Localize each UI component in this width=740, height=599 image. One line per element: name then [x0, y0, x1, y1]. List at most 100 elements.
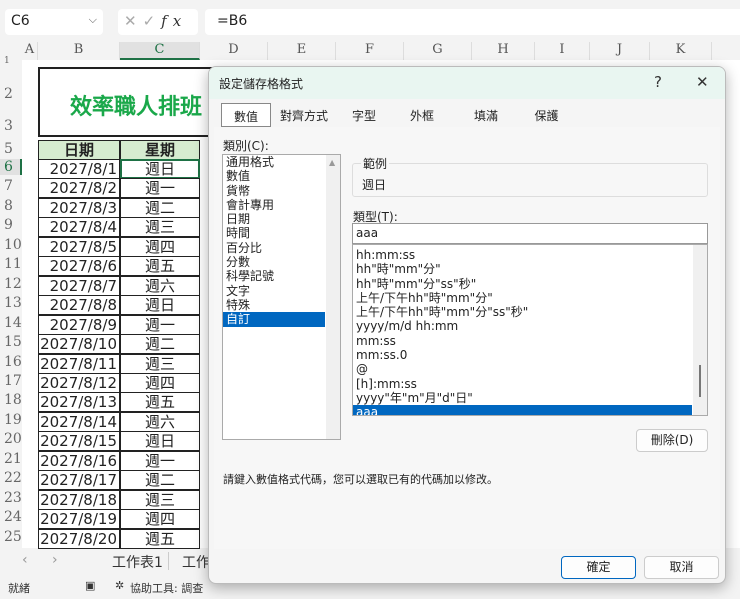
type-list[interactable]: hh:mm:ss hh"時"mm"分" hh"時"mm"分"ss"秒" 上午/下午hh… [352, 244, 708, 416]
type-item[interactable]: [h]:mm:ss [353, 377, 692, 391]
weekday-cell[interactable]: 週二 [120, 470, 200, 491]
date-cell[interactable]: 2027/8/18 [38, 489, 120, 510]
date-cell[interactable]: 2027/8/10 [38, 334, 120, 355]
row-header[interactable]: 24 [0, 509, 22, 525]
weekday-cell[interactable]: 週二 [120, 334, 200, 355]
date-cell[interactable]: 2027/8/20 [38, 528, 120, 549]
type-item[interactable]: 上午/下午hh"時"mm"分" [353, 291, 692, 305]
row-header[interactable]: 3 [0, 118, 22, 134]
date-cell[interactable]: 2027/8/17 [38, 470, 120, 491]
row-header[interactable]: 16 [0, 354, 22, 370]
type-item[interactable]: 上午/下午hh"時"mm"分"ss"秒" [353, 305, 692, 319]
type-item[interactable]: yyyy/m/d hh:mm [353, 319, 692, 333]
column-header-k[interactable]: K [650, 42, 712, 60]
row-header[interactable]: 25 [0, 529, 22, 545]
tab-3[interactable]: 外框 [391, 103, 453, 127]
weekday-cell[interactable]: 週五 [120, 528, 200, 549]
row-header[interactable]: 11 [0, 256, 22, 272]
weekday-cell[interactable]: 週日 [120, 431, 200, 452]
column-header-c[interactable]: C [120, 42, 200, 60]
category-item[interactable]: 自訂 [223, 312, 325, 327]
tab-2[interactable]: 字型 [339, 103, 389, 127]
column-header-e[interactable]: E [268, 42, 336, 60]
column-header-g[interactable]: G [404, 42, 472, 60]
category-item[interactable]: 科學記號 [223, 269, 325, 283]
macro-record-icon[interactable]: ▣ [85, 579, 95, 592]
category-item[interactable]: 數值 [223, 169, 325, 183]
row-header[interactable]: 21 [0, 451, 22, 467]
enter-icon[interactable]: ✓ [143, 12, 162, 30]
date-cell[interactable]: 2027/8/6 [38, 256, 120, 277]
delete-button[interactable]: 刪除(D) [636, 429, 708, 452]
row-header[interactable]: 15 [0, 334, 22, 350]
date-cell[interactable]: 2027/8/15 [38, 431, 120, 452]
type-scrollbar[interactable] [693, 245, 707, 415]
cancel-button[interactable]: 取消 [644, 556, 719, 579]
date-cell[interactable]: 2027/8/3 [38, 197, 120, 218]
type-item[interactable]: hh"時"mm"分" [353, 262, 692, 276]
weekday-cell[interactable]: 週一 [120, 178, 200, 199]
date-cell[interactable]: 2027/8/16 [38, 450, 120, 471]
weekday-cell[interactable]: 週六 [120, 411, 200, 432]
category-item[interactable]: 時間 [223, 226, 325, 240]
row-header[interactable]: 7 [0, 178, 22, 194]
row-header[interactable]: 2 [0, 86, 22, 102]
row-header[interactable]: 18 [0, 392, 22, 408]
date-cell[interactable]: 2027/8/7 [38, 275, 120, 296]
scroll-thumb[interactable] [699, 365, 701, 397]
type-item[interactable]: mm:ss [353, 334, 692, 348]
row-header[interactable]: 9 [0, 217, 22, 233]
weekday-cell[interactable]: 週四 [120, 509, 200, 530]
sheet-tab[interactable]: 工作 [182, 552, 210, 572]
category-item[interactable]: 文字 [223, 284, 325, 298]
help-icon[interactable]: ? [654, 73, 662, 91]
weekday-cell[interactable]: 週三 [120, 217, 200, 238]
weekday-cell[interactable]: 週一 [120, 314, 200, 335]
type-item[interactable]: @ [353, 362, 692, 376]
ok-button[interactable]: 確定 [561, 556, 636, 579]
accessibility-icon[interactable]: ✲ [115, 579, 124, 592]
row-header[interactable]: 14 [0, 315, 22, 331]
weekday-cell[interactable]: 週三 [120, 353, 200, 374]
row-header[interactable]: 6 [0, 159, 22, 175]
date-cell[interactable]: 2027/8/12 [38, 372, 120, 393]
type-item[interactable]: aaa [353, 405, 692, 415]
row-header[interactable]: 17 [0, 373, 22, 389]
row-header[interactable]: 1 [0, 56, 22, 66]
tab-5[interactable]: 保護 [519, 103, 574, 127]
chevron-down-icon[interactable]: ⌵ [89, 13, 97, 27]
column-header-f[interactable]: F [336, 42, 404, 60]
row-header[interactable]: 19 [0, 412, 22, 428]
name-box[interactable]: C6 ⌵ [5, 9, 103, 35]
type-item[interactable]: mm:ss.0 [353, 348, 692, 362]
weekday-cell[interactable]: 週日 [120, 295, 200, 316]
category-item[interactable]: 會計專用 [223, 198, 325, 212]
type-input[interactable]: aaa [352, 223, 708, 244]
category-list[interactable]: ▲ 通用格式 數值 貨幣 會計專用 日期 時間 百分比 分數 科學記號 文字 特殊 自訂 [222, 154, 341, 440]
category-item[interactable]: 貨幣 [223, 184, 325, 198]
date-cell[interactable]: 2027/8/14 [38, 411, 120, 432]
weekday-cell[interactable]: 週五 [120, 392, 200, 413]
date-cell[interactable]: 2027/8/9 [38, 314, 120, 335]
column-header-a[interactable]: A [22, 42, 38, 60]
formula-input[interactable]: =B6 [205, 9, 740, 35]
date-cell[interactable]: 2027/8/5 [38, 236, 120, 257]
row-header[interactable]: 23 [0, 490, 22, 506]
sheet-title-cell[interactable]: 效率職人排班 [38, 67, 218, 137]
weekday-cell[interactable]: 週四 [120, 372, 200, 393]
weekday-cell[interactable]: 週日 [120, 159, 200, 179]
column-header-d[interactable]: D [200, 42, 268, 60]
weekday-cell[interactable]: 週四 [120, 236, 200, 257]
column-header-j[interactable]: J [590, 42, 650, 60]
scroll-up-icon[interactable]: ▲ [329, 158, 335, 167]
category-scrollbar[interactable]: ▲ [326, 155, 340, 439]
type-item[interactable]: hh:mm:ss [353, 248, 692, 262]
prev-sheet-icon[interactable]: ‹ [22, 552, 28, 568]
date-cell[interactable]: 2027/8/19 [38, 509, 120, 530]
tab-0[interactable]: 數值 [221, 103, 271, 127]
date-cell[interactable]: 2027/8/11 [38, 353, 120, 374]
type-item[interactable]: yyyy"年"m"月"d"日" [353, 391, 692, 405]
column-header-i[interactable]: I [535, 42, 590, 60]
row-header[interactable]: 20 [0, 431, 22, 447]
row-header[interactable]: 13 [0, 295, 22, 311]
